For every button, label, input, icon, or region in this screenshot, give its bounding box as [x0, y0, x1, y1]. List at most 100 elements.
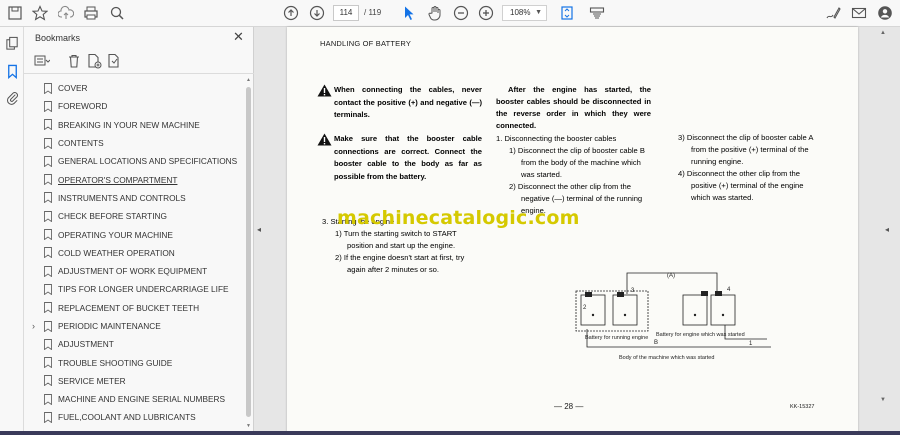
email-icon[interactable]: [850, 4, 868, 22]
bookmark-scrollbar[interactable]: ▲ ▼: [246, 77, 252, 429]
after-start-paragraph: After the engine has started, the booste…: [496, 85, 651, 130]
bookmark-item[interactable]: CONTENTS: [24, 134, 246, 152]
bookmark-panel-icon[interactable]: [5, 64, 20, 80]
document-code: KK-15327: [790, 404, 815, 410]
zoom-in-icon[interactable]: [477, 4, 495, 22]
bookmark-icon: [44, 357, 52, 369]
warning-block-1: When connecting the cables, never contac…: [317, 84, 482, 122]
bookmark-label: TIPS FOR LONGER UNDERCARRIAGE LIFE: [58, 284, 229, 295]
warning-icon: [317, 133, 332, 146]
bookmark-icon: [44, 320, 52, 332]
taskbar-edge: [0, 431, 900, 435]
bookmark-item[interactable]: BREAKING IN YOUR NEW MACHINE: [24, 116, 246, 134]
zoom-search-icon[interactable]: [108, 4, 126, 22]
start-substep-1: 1) Turn the starting switch to START pos…: [335, 229, 457, 250]
diagram-label-b: B: [654, 340, 658, 346]
scroll-down-icon[interactable]: ▼: [246, 423, 251, 429]
bookmark-label: ADJUSTMENT OF WORK EQUIPMENT: [58, 266, 208, 277]
bookmark-item[interactable]: FOREWORD: [24, 97, 246, 115]
profile-icon[interactable]: [876, 4, 894, 22]
hand-icon[interactable]: [426, 4, 444, 22]
bookmark-item[interactable]: INSTRUMENTS AND CONTROLS: [24, 189, 246, 207]
bookmark-icon: [44, 174, 52, 186]
warning-text-1: When connecting the cables, never contac…: [334, 85, 482, 120]
bookmark-item[interactable]: ADJUSTMENT OF WORK EQUIPMENT: [24, 262, 246, 280]
panel-divider: [24, 73, 254, 74]
disconnect-column-2: 3) Disconnect the clip of booster cable …: [678, 132, 823, 204]
page-up-icon[interactable]: [282, 4, 300, 22]
zoom-out-icon[interactable]: [452, 4, 470, 22]
bookmark-item[interactable]: COVER: [24, 79, 246, 97]
close-icon[interactable]: ✕: [233, 30, 244, 44]
warning-text-2: Make sure that the booster cable connect…: [334, 134, 482, 181]
bookmark-item[interactable]: TROUBLE SHOOTING GUIDE: [24, 353, 246, 371]
annotate-icon[interactable]: [588, 4, 606, 22]
bookmark-label: REPLACEMENT OF BUCKET TEETH: [58, 302, 200, 313]
disconnect-column: After the engine has started, the booste…: [496, 84, 651, 217]
bookmark-options-icon[interactable]: [34, 53, 51, 69]
scroll-up-icon[interactable]: ▲: [246, 77, 251, 83]
bookmark-icon: [44, 302, 52, 314]
bookmark-item[interactable]: GENERAL LOCATIONS AND SPECIFICATIONS: [24, 152, 246, 170]
attachment-icon[interactable]: [5, 90, 20, 105]
print-icon[interactable]: [82, 4, 100, 22]
bookmark-label: CONTENTS: [58, 138, 104, 149]
collapse-panel-icon[interactable]: ◂: [257, 225, 261, 234]
bookmark-icon: [44, 229, 52, 241]
bookmark-icon: [44, 393, 52, 405]
bookmark-label: SERVICE METER: [58, 375, 126, 386]
bookmark-item[interactable]: OPERATING YOUR MACHINE: [24, 225, 246, 243]
scroll-up-icon[interactable]: ▲: [880, 30, 886, 36]
bookmark-icon: [44, 210, 52, 222]
bookmark-item[interactable]: ADJUSTMENT: [24, 335, 246, 353]
sign-icon[interactable]: [824, 4, 842, 22]
bookmark-item[interactable]: COLD WEATHER OPERATION: [24, 244, 246, 262]
cursor-icon[interactable]: [400, 4, 418, 22]
bookmark-icon: [44, 412, 52, 423]
bookmark-label: COVER: [58, 83, 88, 94]
watermark-text: machinecatalogic.com: [337, 207, 580, 229]
upload-icon[interactable]: [57, 4, 75, 22]
page-thumbnails-icon[interactable]: [5, 36, 20, 51]
panel-title: Bookmarks: [35, 33, 81, 43]
bookmark-item[interactable]: MACHINE AND ENGINE SERIAL NUMBERS: [24, 390, 246, 408]
new-bookmark-icon[interactable]: [86, 53, 102, 69]
document-page: HANDLING OF BATTERY When connecting the …: [287, 27, 858, 435]
bookmark-item[interactable]: OPERATOR'S COMPARTMENT: [24, 170, 246, 188]
bookmark-item[interactable]: › PERIODIC MAINTENANCE: [24, 317, 246, 335]
bookmark-label: GENERAL LOCATIONS AND SPECIFICATIONS: [58, 156, 238, 167]
delete-bookmark-icon[interactable]: [66, 53, 82, 69]
diagram-num-4: 4: [727, 287, 731, 293]
bookmark-icon: [44, 155, 52, 167]
bookmark-item[interactable]: SERVICE METER: [24, 372, 246, 390]
bookmark-label: CHECK BEFORE STARTING: [58, 211, 167, 222]
scroll-thumb[interactable]: [246, 87, 251, 417]
save-icon[interactable]: [6, 4, 24, 22]
diagram-body-label: Body of the machine which was started: [619, 355, 714, 361]
find-bookmark-icon[interactable]: [106, 53, 122, 69]
expand-right-panel-icon[interactable]: ◂: [885, 225, 889, 234]
bookmark-item[interactable]: TIPS FOR LONGER UNDERCARRIAGE LIFE: [24, 280, 246, 298]
chevron-right-icon[interactable]: ›: [32, 321, 40, 331]
bookmark-icon: [44, 283, 52, 295]
bookmark-icon: [44, 119, 52, 131]
diagram-num-2: 2: [583, 305, 587, 311]
bookmark-label: PERIODIC MAINTENANCE: [58, 321, 161, 331]
bookmark-label: OPERATING YOUR MACHINE: [58, 229, 173, 240]
fit-page-icon[interactable]: [558, 4, 576, 22]
bookmark-item[interactable]: CHECK BEFORE STARTING: [24, 207, 246, 225]
scroll-down-icon[interactable]: ▼: [880, 397, 886, 403]
warning-icon: [317, 84, 332, 97]
zoom-select[interactable]: 108% ▼: [502, 5, 547, 21]
bookmark-label: INSTRUMENTS AND CONTROLS: [58, 192, 186, 203]
star-icon[interactable]: [31, 4, 49, 22]
bookmark-item[interactable]: REPLACEMENT OF BUCKET TEETH: [24, 299, 246, 317]
bookmark-item[interactable]: FUEL,COOLANT AND LUBRICANTS: [24, 408, 246, 426]
bookmark-label: FUEL,COOLANT AND LUBRICANTS: [58, 412, 196, 423]
warning-block-2: Make sure that the booster cable connect…: [317, 133, 482, 183]
page-down-icon[interactable]: [308, 4, 326, 22]
page-number-input[interactable]: 114: [333, 5, 359, 21]
bookmark-list: COVER FOREWORD BREAKING IN YOUR NEW MACHIN…: [24, 79, 246, 427]
bookmark-icon: [44, 82, 52, 94]
disconnect-substep-4: 4) Disconnect the other clip from the po…: [678, 169, 804, 202]
